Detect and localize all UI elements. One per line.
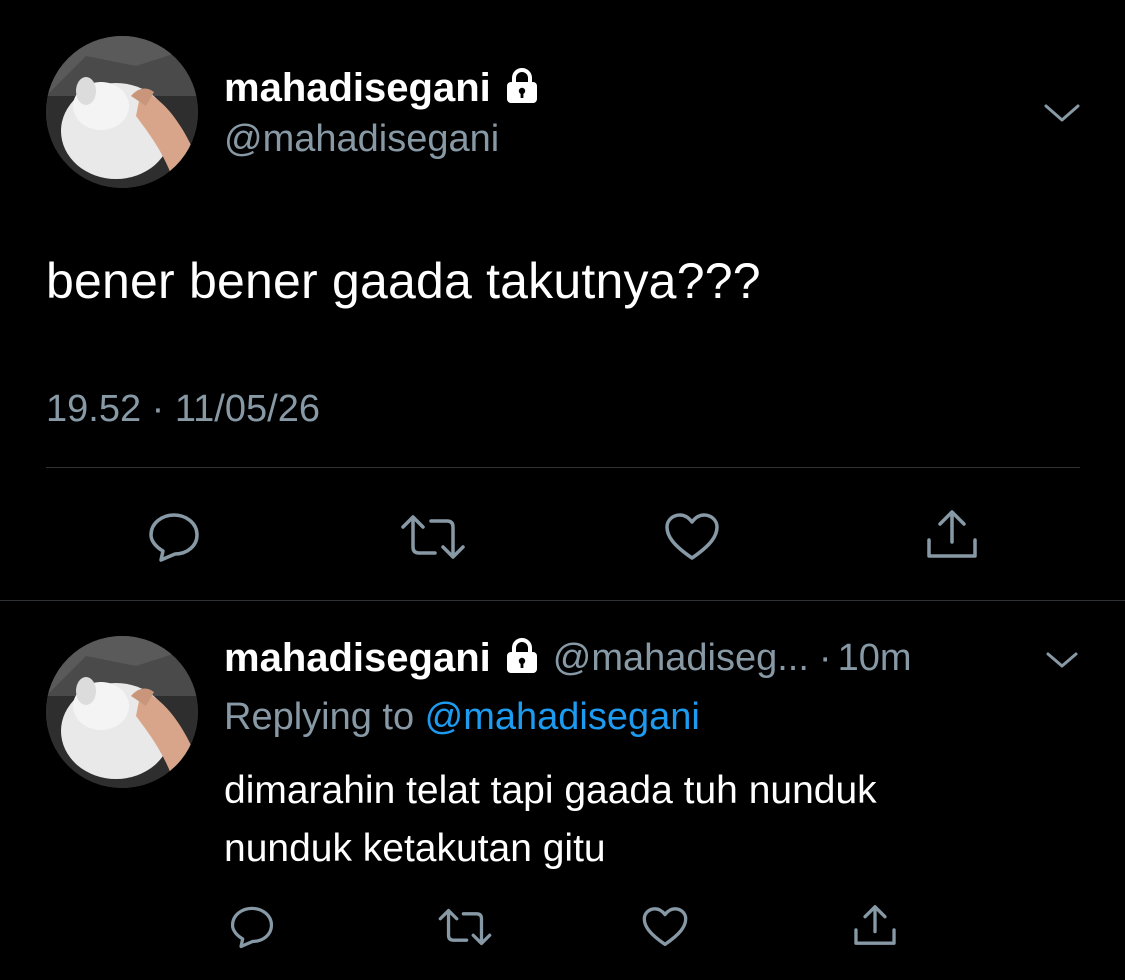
chevron-down-icon[interactable] xyxy=(1044,648,1080,677)
avatar[interactable] xyxy=(46,36,198,188)
avatar-photo xyxy=(46,36,198,188)
retweet-icon[interactable] xyxy=(436,904,494,950)
tweet-author-row: mahadisegani xyxy=(224,66,539,111)
tweet-timestamp[interactable]: 19.52 · 11/05/26 xyxy=(46,388,320,431)
lock-icon xyxy=(505,638,539,679)
divider xyxy=(0,600,1125,601)
like-icon[interactable] xyxy=(640,904,690,950)
replying-to-line: Replying to @mahadisegani xyxy=(224,696,700,739)
like-icon[interactable] xyxy=(662,510,722,564)
retweet-icon[interactable] xyxy=(398,510,468,564)
reply-time[interactable]: 10m xyxy=(838,637,912,680)
reply-author-display-name[interactable]: mahadisegani xyxy=(224,636,491,681)
avatar-photo xyxy=(46,636,198,788)
author-display-name[interactable]: mahadisegani xyxy=(224,66,491,111)
chevron-down-icon[interactable] xyxy=(1042,100,1082,131)
reply-author-handle[interactable]: @mahadiseg... xyxy=(553,637,809,680)
reply-icon[interactable] xyxy=(146,510,202,564)
reply-text-line: dimarahin telat tapi gaada tuh nunduk xyxy=(224,769,877,812)
tweet-text: bener bener gaada takutnya??? xyxy=(46,253,761,309)
separator-dot: · xyxy=(818,637,832,679)
reply-icon[interactable] xyxy=(228,904,276,950)
reply-author-row: mahadisegani @mahadiseg... · 10m xyxy=(224,636,912,681)
reply-text-line: nunduk ketakutan gitu xyxy=(224,827,606,870)
lock-icon xyxy=(505,68,539,109)
reply-text: dimarahin telat tapi gaada tuh nunduk nu… xyxy=(224,762,1044,878)
tweet-detail-page: mahadisegani @mahadisegani bener bener g… xyxy=(0,0,1125,980)
reply-avatar[interactable] xyxy=(46,636,198,788)
author-handle[interactable]: @mahadisegani xyxy=(224,118,499,161)
replying-to-label: Replying to xyxy=(224,696,425,738)
replying-to-mention[interactable]: @mahadisegani xyxy=(425,696,700,738)
share-icon[interactable] xyxy=(922,506,982,562)
divider xyxy=(46,467,1080,468)
share-icon[interactable] xyxy=(850,900,900,950)
